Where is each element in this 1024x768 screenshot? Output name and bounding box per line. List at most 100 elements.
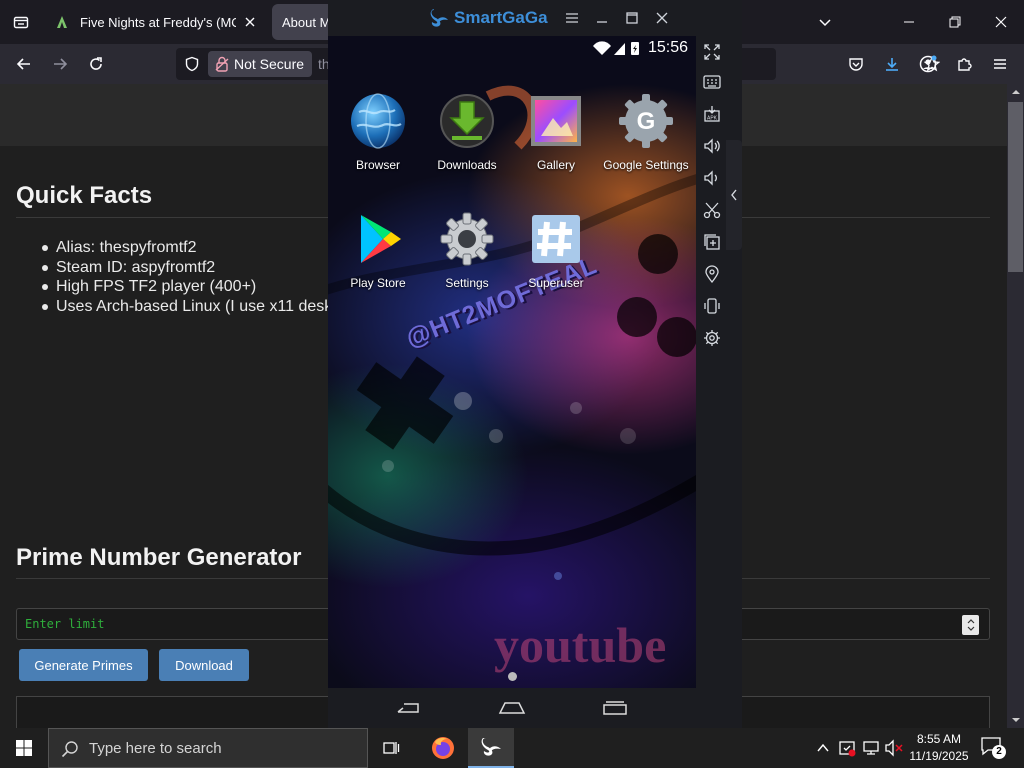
location-pin-icon[interactable] xyxy=(700,262,724,286)
extensions-puzzle-icon[interactable] xyxy=(950,50,978,78)
fullscreen-icon[interactable] xyxy=(700,40,724,64)
swan-logo-icon xyxy=(430,9,448,27)
emulator-title-bar[interactable]: SmartGaGa xyxy=(328,0,742,36)
app-browser[interactable]: Browser xyxy=(330,92,426,172)
prime-generator-heading: Prime Number Generator xyxy=(16,544,302,571)
pocket-icon[interactable] xyxy=(842,50,870,78)
emulator-close-icon[interactable] xyxy=(652,8,672,28)
svg-text:G: G xyxy=(637,108,656,135)
tab-fnaf-mod[interactable]: Five Nights at Freddy's (MOD, U xyxy=(44,4,268,40)
status-icons xyxy=(593,41,639,55)
emulator-window: SmartGaGa @HT2MOFTEAL youtube 15:56 Brow… xyxy=(328,0,742,728)
emulator-maximize-icon[interactable] xyxy=(622,8,642,28)
list-item: Uses Arch-based Linux (I use x11 desk xyxy=(41,297,333,315)
signal-icon xyxy=(614,43,625,55)
generate-primes-button[interactable]: Generate Primes xyxy=(19,649,148,681)
app-label: Downloads xyxy=(437,158,497,172)
close-window-icon[interactable] xyxy=(978,0,1024,44)
home-key-icon[interactable] xyxy=(497,700,527,716)
emulator-logo: SmartGaGa xyxy=(428,7,548,29)
reload-icon[interactable] xyxy=(82,50,110,78)
list-item: High FPS TF2 player (400+) xyxy=(41,277,332,297)
play-store-icon xyxy=(349,210,407,268)
list-item: Alias: thespyfromtf2 xyxy=(41,238,332,258)
hamburger-menu-icon[interactable] xyxy=(986,50,1014,78)
scroll-up-icon[interactable] xyxy=(1011,88,1021,96)
recents-key-icon[interactable] xyxy=(601,700,629,716)
notification-center-icon[interactable]: 2 xyxy=(980,736,1006,760)
taskbar-search-input[interactable]: Type here to search xyxy=(48,728,368,768)
list-item: Steam ID: aspyfromtf2 xyxy=(41,258,332,278)
not-secure-badge[interactable]: Not Secure xyxy=(208,51,313,77)
scroll-down-icon[interactable] xyxy=(1011,716,1021,724)
scrollbar-thumb[interactable] xyxy=(1008,102,1023,272)
app-google-settings[interactable]: G Google Settings xyxy=(597,92,695,172)
number-spinner[interactable] xyxy=(962,615,979,635)
security-tray-icon[interactable] xyxy=(838,739,856,757)
account-avatar-icon[interactable] xyxy=(914,50,942,78)
quick-facts-list: Alias: thespyfromtf2 Steam ID: aspyfromt… xyxy=(41,238,333,316)
app-gallery[interactable]: Gallery xyxy=(508,92,604,172)
gallery-icon xyxy=(527,92,585,150)
windows-taskbar: Type here to search 8:55 AM 11/19/2025 2 xyxy=(0,728,1024,768)
svg-text:APK: APK xyxy=(707,116,718,122)
emulator-app-name: SmartGaGa xyxy=(454,8,548,27)
network-icon[interactable] xyxy=(862,739,880,757)
scissors-icon[interactable] xyxy=(700,198,724,222)
volume-up-icon[interactable] xyxy=(700,134,724,158)
quick-facts-heading: Quick Facts xyxy=(16,182,153,209)
limit-input-placeholder: Enter limit xyxy=(25,617,105,631)
back-arrow-icon[interactable] xyxy=(10,50,38,78)
smartgaga-taskbar-icon[interactable] xyxy=(468,728,514,768)
settings-icon xyxy=(438,210,496,268)
app-downloads[interactable]: Downloads xyxy=(419,92,515,172)
volume-down-icon[interactable] xyxy=(700,166,724,190)
windows-start-icon[interactable] xyxy=(0,728,48,768)
app-label: Settings xyxy=(445,276,489,290)
android-status-bar: 15:56 xyxy=(328,36,696,60)
back-key-icon[interactable] xyxy=(394,700,422,716)
app-settings[interactable]: Settings xyxy=(419,210,515,290)
tab-title: About Me xyxy=(282,14,332,30)
multi-instance-icon[interactable] xyxy=(700,230,724,254)
app-label: Browser xyxy=(355,158,400,172)
close-tab-icon[interactable] xyxy=(242,14,258,30)
android-nav-bar xyxy=(328,688,696,728)
google-settings-icon: G xyxy=(617,92,675,150)
emulator-minimize-icon[interactable] xyxy=(592,8,612,28)
apk-install-icon[interactable]: APK xyxy=(700,102,724,126)
volume-muted-icon[interactable] xyxy=(884,739,904,757)
app-superuser[interactable]: Superuser xyxy=(508,210,604,290)
chevron-left-icon xyxy=(731,189,737,201)
emulator-menu-icon[interactable] xyxy=(562,8,582,28)
page-indicator-dot xyxy=(508,672,517,681)
task-view-icon[interactable] xyxy=(368,728,414,768)
gear-icon[interactable] xyxy=(700,326,724,350)
status-clock: 15:56 xyxy=(648,39,689,56)
search-icon xyxy=(61,741,78,758)
taskbar-time: 8:55 AM xyxy=(916,732,962,746)
downloads-icon[interactable] xyxy=(878,50,906,78)
download-button[interactable]: Download xyxy=(159,649,249,681)
list-all-tabs-icon[interactable] xyxy=(802,0,848,44)
minimize-window-icon[interactable] xyxy=(886,0,932,44)
keyboard-icon[interactable] xyxy=(700,70,724,94)
site-favicon-icon xyxy=(57,16,67,28)
android-home-screen[interactable]: @HT2MOFTEAL youtube 15:56 Browser Downlo… xyxy=(328,36,696,688)
app-play-store[interactable]: Play Store xyxy=(330,210,426,290)
wifi-icon xyxy=(593,41,611,55)
forward-arrow-icon[interactable] xyxy=(46,50,74,78)
restore-window-icon[interactable] xyxy=(932,0,978,44)
tab-list-icon[interactable] xyxy=(8,8,34,36)
app-label: Google Settings xyxy=(603,158,689,172)
taskbar-date: 11/19/2025 xyxy=(909,749,969,763)
notification-count-badge: 2 xyxy=(992,745,1006,759)
collapse-sidebar-button[interactable] xyxy=(726,140,742,250)
tray-overflow-chevron-icon[interactable] xyxy=(816,742,830,754)
firefox-icon[interactable] xyxy=(420,728,466,768)
shake-icon[interactable] xyxy=(700,294,724,318)
tab-title: Five Nights at Freddy's (MOD, U xyxy=(80,14,236,30)
wallpaper-brand-text: youtube xyxy=(494,617,667,673)
taskbar-clock[interactable]: 8:55 AM 11/19/2025 xyxy=(904,731,974,765)
tracking-protection-shield-icon[interactable] xyxy=(184,56,200,72)
